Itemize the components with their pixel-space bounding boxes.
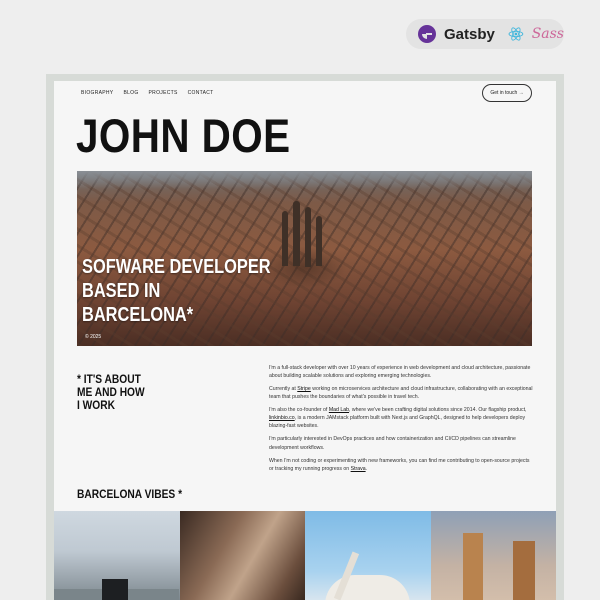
gatsby-label: Gatsby <box>444 25 495 43</box>
gallery-photo[interactable] <box>179 511 305 600</box>
hero-image: SOFWARE DEVELOPER BASED IN BARCELONA* © … <box>77 171 532 346</box>
about-text: . <box>365 465 368 472</box>
tech-stack-badge: Gatsby Sass <box>406 19 564 49</box>
nav-link-projects[interactable]: PROJECTS <box>149 90 178 96</box>
nav-link-biography[interactable]: BIOGRAPHY <box>81 90 113 96</box>
sass-logo-icon: Sass <box>531 26 564 42</box>
about-title: * IT'S ABOUT ME AND HOW I WORK <box>77 372 145 413</box>
about-paragraph-5: When I'm not coding or experimenting wit… <box>269 457 534 473</box>
sagrada-familia-spire <box>316 216 322 266</box>
about-text: When I'm not coding or experimenting wit… <box>269 457 530 472</box>
gallery-photo[interactable] <box>54 511 180 600</box>
hero-caption: SOFWARE DEVELOPER BASED IN BARCELONA* <box>82 255 295 327</box>
linkinbio-link[interactable]: linkinbio.co <box>269 415 295 421</box>
about-paragraph-3: I'm also the co-founder of Mad Lab, wher… <box>269 406 534 430</box>
website-preview: BIOGRAPHY BLOG PROJECTS CONTACT Get in t… <box>54 81 556 600</box>
nav-link-blog[interactable]: BLOG <box>123 90 138 96</box>
about-text: Currently at <box>269 386 298 393</box>
about-paragraph-4: I'm particularly interested in DevOps pr… <box>269 436 516 451</box>
about-paragraph-2: Currently at Stripe working on microserv… <box>269 385 534 401</box>
about-text: , where we've been crafting digital solu… <box>349 407 527 414</box>
hero-caption-line: SOFWARE DEVELOPER <box>82 256 271 278</box>
copyright-text: © 2025 <box>85 334 102 340</box>
hero-title: JOHN DOE <box>76 109 291 162</box>
gatsby-logo-icon <box>418 25 436 43</box>
hero-caption-line: BARCELONA* <box>82 304 194 326</box>
nav-link-contact[interactable]: CONTACT <box>188 90 214 96</box>
about-title-line: I WORK <box>77 398 115 413</box>
stripe-link[interactable]: Stripe <box>297 386 311 392</box>
photo-gallery <box>54 511 556 600</box>
gallery-photo[interactable] <box>430 511 556 600</box>
gallery-building <box>102 579 128 600</box>
react-logo-icon <box>508 27 524 41</box>
gallery-tower <box>512 541 535 600</box>
about-paragraph-1: I'm a full-stack developer with over 10 … <box>269 365 531 380</box>
get-in-touch-button[interactable]: Get in touch → <box>482 84 532 102</box>
sagrada-familia-spire <box>305 207 311 267</box>
hero-caption-line: BASED IN <box>82 280 161 302</box>
mad-lab-link[interactable]: Mad Lab <box>329 407 349 413</box>
strava-link[interactable]: Strava <box>351 466 366 472</box>
vibes-title: BARCELONA VIBES * <box>77 487 183 501</box>
gallery-photo[interactable] <box>305 511 431 600</box>
about-text: I'm also the co-founder of <box>269 407 329 414</box>
main-nav: BIOGRAPHY BLOG PROJECTS CONTACT <box>81 90 214 96</box>
hero-image-sky <box>77 171 532 189</box>
about-body: I'm a full-stack developer with over 10 … <box>269 364 534 478</box>
gallery-tower <box>462 533 483 600</box>
about-text: , is a modern JAMstack platform built wi… <box>269 415 526 430</box>
